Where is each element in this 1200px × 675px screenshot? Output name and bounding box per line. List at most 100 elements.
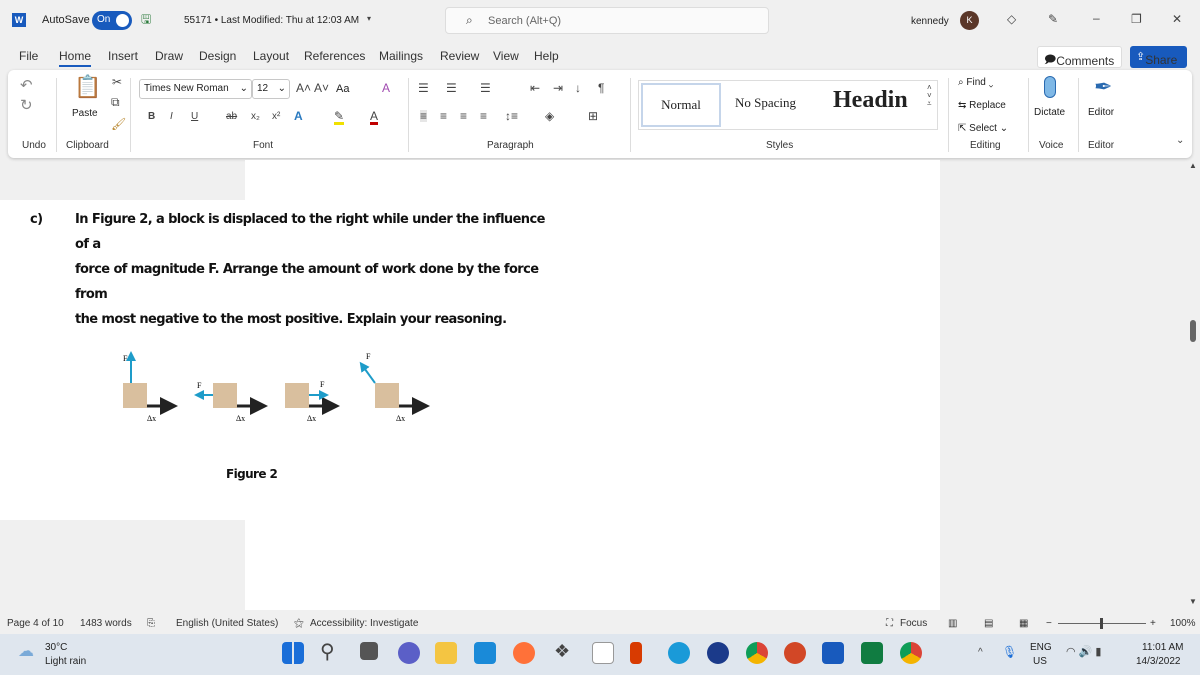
highlight-icon[interactable]: ✎ bbox=[334, 110, 345, 125]
user-name[interactable]: kennedy bbox=[911, 16, 949, 27]
word-taskbar-icon[interactable] bbox=[822, 642, 844, 664]
tray-chevron-icon[interactable]: ^ bbox=[978, 648, 983, 658]
accessibility-status[interactable]: Accessibility: Investigate bbox=[310, 618, 418, 629]
office-icon[interactable] bbox=[630, 642, 642, 664]
style-heading[interactable]: Headin bbox=[833, 87, 923, 114]
chrome-profile-icon[interactable] bbox=[900, 642, 922, 664]
input-language[interactable]: ENG bbox=[1030, 642, 1052, 653]
numbering-icon[interactable]: ☰ bbox=[446, 82, 457, 94]
search-taskbar-icon[interactable]: ⚲ bbox=[320, 642, 335, 662]
font-size-select[interactable]: 12 ⌄ bbox=[252, 79, 290, 99]
input-region[interactable]: US bbox=[1033, 656, 1047, 667]
shading-icon[interactable]: ◈ bbox=[545, 110, 554, 122]
justify-icon[interactable]: ≡ bbox=[480, 110, 487, 122]
font-name-select[interactable]: Times New Roman ⌄ bbox=[139, 79, 252, 99]
select-button[interactable]: ⇱ Select ⌄ bbox=[958, 123, 1008, 134]
subscript-icon[interactable]: x₂ bbox=[251, 112, 260, 122]
page-count[interactable]: Page 4 of 10 bbox=[7, 618, 64, 629]
tab-draw[interactable]: Draw bbox=[155, 49, 183, 63]
text-effects-icon[interactable]: A bbox=[294, 110, 303, 122]
autosave-toggle[interactable]: On bbox=[92, 11, 132, 30]
save-icon[interactable]: 🖫 bbox=[141, 13, 151, 25]
chrome-icon[interactable] bbox=[746, 642, 768, 664]
zoom-in-icon[interactable]: + bbox=[1150, 618, 1156, 629]
wifi-volume-battery-icon[interactable]: ◠ 🔊 ▮ bbox=[1066, 647, 1101, 658]
font-color-icon[interactable]: A bbox=[370, 110, 379, 125]
title-chevron-icon[interactable]: ▾ bbox=[367, 15, 371, 23]
dictate-button[interactable]: Dictate bbox=[1034, 107, 1065, 118]
scroll-down-icon[interactable]: ▼ bbox=[1189, 598, 1197, 606]
tray-mic-icon[interactable]: 🎙 bbox=[1002, 646, 1017, 658]
scroll-up-icon[interactable]: ▲ bbox=[1189, 162, 1197, 170]
amazon-icon[interactable] bbox=[592, 642, 614, 664]
style-normal[interactable]: Normal bbox=[641, 83, 721, 127]
word-count[interactable]: 1483 words bbox=[80, 618, 132, 629]
paste-label[interactable]: Paste bbox=[72, 108, 98, 119]
dropbox-icon[interactable]: ❖ bbox=[554, 642, 570, 660]
clock-time[interactable]: 11:01 AM bbox=[1142, 642, 1184, 653]
bullets-icon[interactable]: ☰ bbox=[418, 82, 429, 94]
zoom-out-icon[interactable]: − bbox=[1046, 618, 1052, 629]
multilevel-list-icon[interactable]: ☰ bbox=[480, 82, 491, 94]
align-right-icon[interactable]: ≡ bbox=[460, 110, 467, 122]
tab-design[interactable]: Design bbox=[199, 49, 236, 63]
search-box[interactable]: ⌕ Search (Alt+Q) bbox=[445, 7, 769, 34]
close-icon[interactable]: ✕ bbox=[1172, 13, 1182, 25]
language[interactable]: English (United States) bbox=[176, 618, 278, 629]
print-layout-icon[interactable]: ▤ bbox=[984, 618, 993, 629]
minimize-icon[interactable]: – bbox=[1093, 12, 1100, 24]
mail-icon[interactable] bbox=[474, 642, 496, 664]
restore-icon[interactable]: ❐ bbox=[1131, 13, 1142, 25]
grow-font-icon[interactable]: A˄ bbox=[296, 82, 311, 94]
align-left-icon[interactable]: ≡ bbox=[420, 110, 428, 122]
zoom-slider[interactable] bbox=[1058, 618, 1146, 629]
read-mode-icon[interactable]: ▥ bbox=[948, 618, 957, 629]
redo-icon[interactable]: ↻ bbox=[20, 98, 33, 113]
editor-button[interactable]: Editor bbox=[1088, 107, 1114, 118]
tab-references[interactable]: References bbox=[304, 49, 365, 63]
paste-icon[interactable]: 📋 bbox=[74, 76, 101, 98]
tab-insert[interactable]: Insert bbox=[108, 49, 138, 63]
bold-icon[interactable]: B bbox=[148, 112, 155, 122]
editor-pen-icon[interactable]: ✒ bbox=[1094, 76, 1112, 98]
vertical-scrollbar[interactable]: ▲ ▼ bbox=[1186, 160, 1200, 610]
webex-icon[interactable] bbox=[707, 642, 729, 664]
edge-icon[interactable] bbox=[668, 642, 690, 664]
file-explorer-icon[interactable] bbox=[435, 642, 457, 664]
underline-icon[interactable]: U bbox=[191, 112, 198, 122]
copy-icon[interactable]: ⧉ bbox=[111, 96, 120, 108]
tab-home[interactable]: Home bbox=[59, 49, 92, 67]
sort-icon[interactable]: ↓ bbox=[575, 82, 581, 94]
collapse-ribbon-icon[interactable]: ⌄ bbox=[1176, 136, 1184, 146]
undo-icon[interactable]: ↶ bbox=[20, 78, 33, 93]
pen-icon[interactable]: ✎ bbox=[1048, 13, 1058, 25]
start-icon[interactable] bbox=[282, 642, 304, 664]
borders-icon[interactable]: ⊞ bbox=[588, 110, 598, 122]
align-center-icon[interactable]: ≡ bbox=[440, 110, 447, 122]
task-view-icon[interactable] bbox=[360, 642, 378, 660]
tab-review[interactable]: Review bbox=[440, 49, 479, 63]
focus-button[interactable]: Focus bbox=[900, 618, 927, 629]
tab-mailings[interactable]: Mailings bbox=[379, 49, 423, 63]
teams-icon[interactable] bbox=[398, 642, 420, 664]
zoom-slider-thumb[interactable] bbox=[1100, 618, 1103, 629]
firefox-icon[interactable] bbox=[513, 642, 535, 664]
increase-indent-icon[interactable]: ⇥ bbox=[553, 82, 563, 94]
zoom-level[interactable]: 100% bbox=[1170, 618, 1196, 629]
replace-button[interactable]: ⇆ Replace bbox=[958, 100, 1006, 111]
comments-button[interactable]: 🗩 Comments bbox=[1037, 46, 1122, 68]
powerpoint-icon[interactable] bbox=[784, 642, 806, 664]
italic-icon[interactable]: I bbox=[170, 112, 173, 122]
tab-help[interactable]: Help bbox=[534, 49, 559, 63]
superscript-icon[interactable]: x² bbox=[272, 112, 280, 122]
format-painter-icon[interactable]: 🖌 bbox=[111, 118, 126, 130]
microphone-icon[interactable] bbox=[1044, 76, 1056, 98]
excel-icon[interactable] bbox=[861, 642, 883, 664]
find-button[interactable]: ⌕ Find ⌄ bbox=[958, 77, 993, 88]
clock-date[interactable]: 14/3/2022 bbox=[1136, 656, 1181, 667]
shrink-font-icon[interactable]: A˅ bbox=[314, 82, 329, 94]
clear-formatting-icon[interactable]: A bbox=[382, 82, 390, 94]
share-button[interactable]: ⇪ Share bbox=[1130, 46, 1187, 68]
web-layout-icon[interactable]: ▦ bbox=[1019, 618, 1028, 629]
scrollbar-thumb[interactable] bbox=[1190, 320, 1196, 342]
